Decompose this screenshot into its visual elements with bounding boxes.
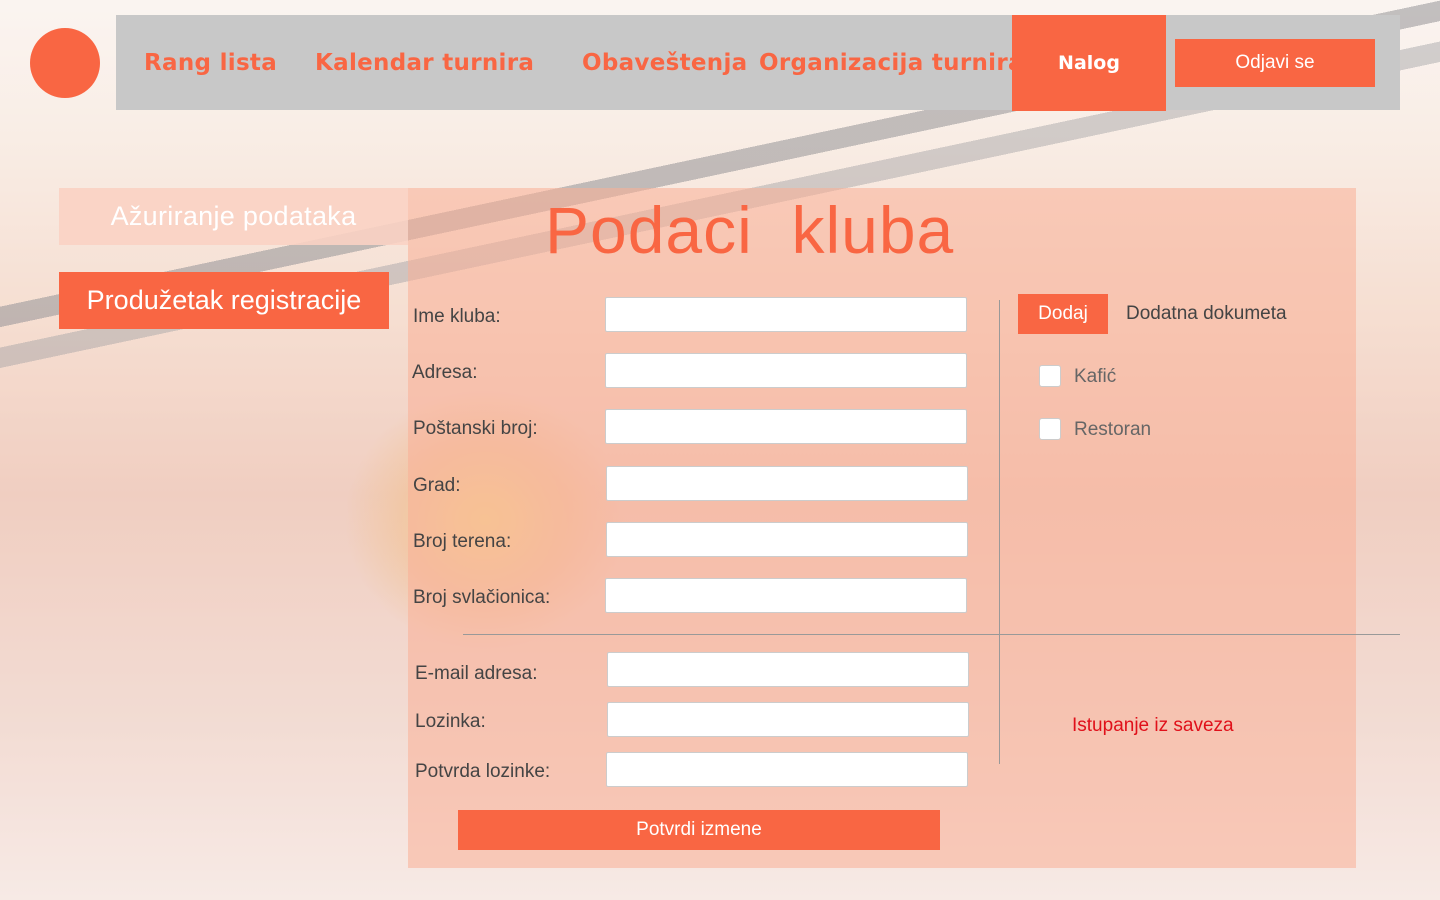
postal-code-input[interactable] bbox=[605, 409, 967, 444]
club-name-label: Ime kluba: bbox=[413, 306, 501, 327]
cafe-label: Kafić bbox=[1074, 366, 1117, 387]
nav-organizacija-turnira[interactable]: Organizacija turnira bbox=[759, 15, 1024, 110]
logo-icon[interactable] bbox=[30, 28, 100, 98]
vertical-divider bbox=[999, 300, 1000, 764]
cafe-checkbox[interactable] bbox=[1039, 365, 1061, 387]
nav-kalendar-turnira[interactable]: Kalendar turnira bbox=[315, 15, 534, 110]
email-input[interactable] bbox=[607, 652, 969, 687]
address-input[interactable] bbox=[605, 353, 967, 388]
nav-nalog[interactable]: Nalog bbox=[1012, 15, 1166, 111]
withdraw-membership-link[interactable]: Istupanje iz saveza bbox=[1072, 715, 1234, 737]
postal-code-label: Poštanski broj: bbox=[413, 418, 538, 439]
nav-obavestenja[interactable]: Obaveštenja bbox=[582, 15, 748, 110]
courts-count-input[interactable] bbox=[606, 522, 968, 557]
password-label: Lozinka: bbox=[415, 711, 486, 732]
add-document-button[interactable]: Dodaj bbox=[1018, 294, 1108, 334]
sidebar-update-data[interactable]: Ažuriranje podataka bbox=[59, 188, 408, 245]
city-input[interactable] bbox=[606, 466, 968, 501]
confirm-password-label: Potvrda lozinke: bbox=[415, 761, 551, 782]
horizontal-divider bbox=[463, 634, 1400, 635]
club-name-input[interactable] bbox=[605, 297, 967, 332]
restaurant-checkbox[interactable] bbox=[1039, 418, 1061, 440]
city-label: Grad: bbox=[413, 475, 461, 496]
courts-count-label: Broj terena: bbox=[413, 531, 512, 552]
restaurant-label: Restoran bbox=[1074, 419, 1152, 440]
confirm-password-input[interactable] bbox=[606, 752, 968, 787]
address-label: Adresa: bbox=[412, 362, 478, 383]
logout-button[interactable]: Odjavi se bbox=[1175, 39, 1375, 87]
sidebar-registration-extension[interactable]: Produžetak registracije bbox=[59, 272, 389, 329]
additional-documents-label: Dodatna dokumeta bbox=[1126, 303, 1287, 324]
password-input[interactable] bbox=[607, 702, 969, 737]
locker-rooms-label: Broj svlačionica: bbox=[413, 587, 551, 608]
locker-rooms-input[interactable] bbox=[605, 578, 967, 613]
nav-rang-lista[interactable]: Rang lista bbox=[144, 15, 277, 110]
confirm-changes-button[interactable]: Potvrdi izmene bbox=[458, 810, 940, 850]
page-title: Podaci kluba bbox=[545, 193, 955, 267]
email-label: E-mail adresa: bbox=[415, 663, 538, 684]
